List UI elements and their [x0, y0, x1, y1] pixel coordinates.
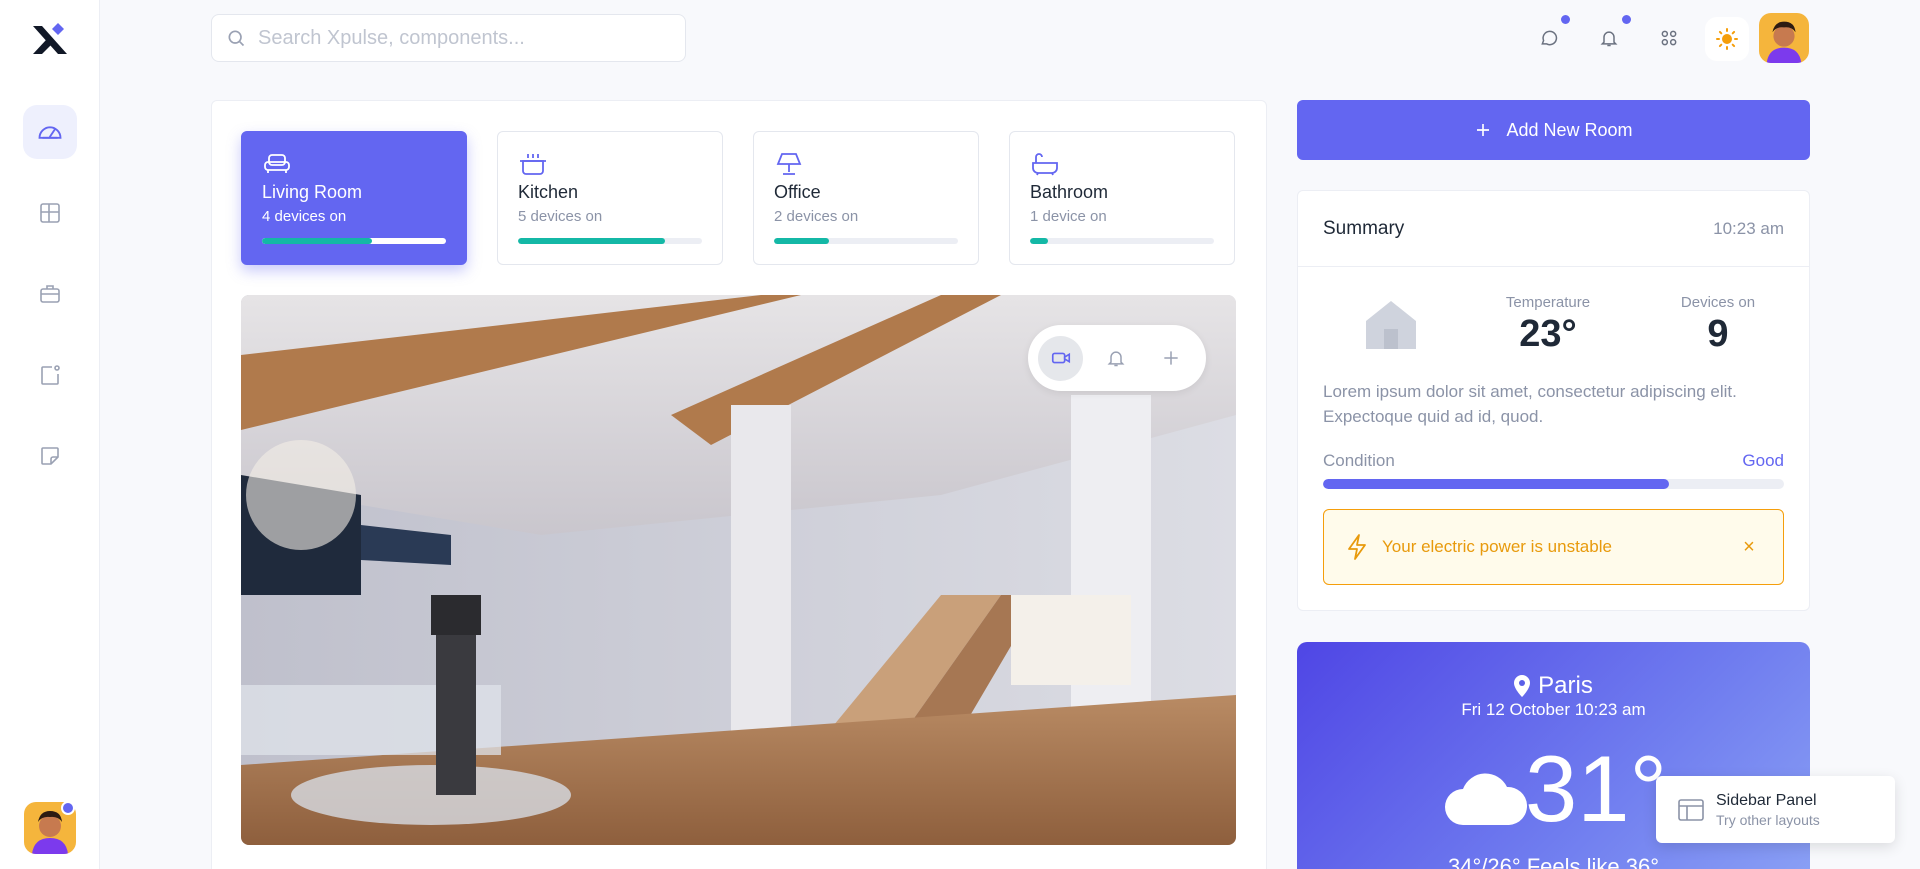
room-usage-bar — [774, 238, 958, 244]
notifications-unread-dot — [1622, 15, 1631, 24]
camera-button[interactable] — [1038, 335, 1083, 381]
sidebar — [0, 0, 100, 869]
room-name: Living Room — [262, 182, 363, 202]
home-icon — [1364, 299, 1418, 354]
room-card-kitchen[interactable]: Kitchen 5 devices on — [497, 131, 723, 265]
theme-toggle[interactable] — [1705, 17, 1749, 61]
chat-button[interactable] — [1534, 23, 1564, 53]
apps-button[interactable] — [1654, 23, 1684, 53]
bell-icon — [1600, 31, 1618, 47]
summary-header: Summary 10:23 am — [1298, 191, 1809, 267]
lamp-icon — [776, 153, 802, 175]
apps-grid-icon — [1661, 30, 1677, 46]
nav-dashboard[interactable] — [23, 105, 77, 159]
nav-briefcase[interactable] — [23, 267, 77, 321]
briefcase-icon — [40, 285, 60, 303]
sun-icon — [1716, 28, 1738, 50]
room-devices: 4 devices on — [262, 208, 347, 225]
room-usage-bar — [1030, 238, 1214, 244]
room-devices: 1 device on — [1030, 208, 1107, 225]
weather-location: Paris — [1297, 672, 1810, 700]
sofa-icon — [264, 154, 290, 173]
weather-temperature: 31° — [1525, 736, 1668, 841]
search-icon — [228, 30, 245, 47]
chat-icon — [1541, 30, 1558, 46]
room-card-office[interactable]: Office 2 devices on — [753, 131, 979, 265]
room-usage-fill — [1030, 238, 1049, 244]
power-alert-text: Your electric power is unstable — [1382, 537, 1612, 556]
nav-layout[interactable] — [23, 186, 77, 240]
summary-time: 10:23 am — [1713, 218, 1784, 238]
temperature-stat: Temperature 23° — [1488, 294, 1608, 356]
sidebar-panel-card[interactable]: Sidebar Panel Try other layouts — [1656, 776, 1895, 843]
video-camera-icon — [1051, 352, 1070, 364]
sidebar-panel-title: Sidebar Panel — [1716, 791, 1817, 809]
search-input[interactable] — [258, 26, 678, 50]
cloud-icon — [1443, 767, 1528, 832]
room-name: Kitchen — [518, 182, 579, 202]
power-alert: Your electric power is unstable × — [1323, 509, 1784, 585]
room-usage-bar — [518, 238, 702, 244]
location-pin-icon — [1514, 675, 1531, 697]
room-devices: 2 devices on — [774, 208, 859, 225]
condition-value: Good — [1742, 451, 1784, 470]
plus-icon — [1477, 124, 1490, 136]
camera-alert-button[interactable] — [1093, 336, 1138, 381]
add-new-room-label: Add New Room — [1506, 119, 1633, 140]
user-avatar[interactable] — [1759, 13, 1809, 63]
room-usage-bar — [262, 238, 446, 244]
gauge-icon — [38, 126, 62, 139]
room-usage-fill — [518, 238, 666, 244]
lightning-icon — [1348, 534, 1366, 560]
summary-title: Summary — [1323, 217, 1405, 239]
room-card-living-room[interactable]: Living Room 4 devices on — [241, 131, 467, 265]
grid-icon — [40, 203, 60, 223]
chat-unread-dot — [1561, 15, 1570, 24]
sticky-note-icon — [41, 447, 59, 465]
sidebar-panel-subtitle: Try other layouts — [1716, 811, 1820, 828]
room-usage-fill — [774, 238, 830, 244]
camera-controls — [1028, 325, 1206, 391]
online-indicator — [61, 801, 75, 815]
alert-close-button[interactable]: × — [1737, 536, 1761, 559]
bell-icon — [1107, 351, 1124, 367]
app-logo[interactable] — [30, 20, 70, 60]
room-name: Bathroom — [1030, 182, 1109, 202]
condition-fill — [1323, 479, 1669, 489]
add-new-room-button[interactable]: Add New Room — [1297, 100, 1810, 160]
nav-notes[interactable] — [23, 429, 77, 483]
pot-icon — [520, 154, 546, 175]
condition-row: Condition Good — [1323, 451, 1784, 471]
layout-icon — [1678, 798, 1704, 821]
plus-icon — [1163, 351, 1178, 365]
notifications-button[interactable] — [1594, 23, 1624, 53]
devices-on-label: Devices on — [1680, 294, 1756, 311]
weather-feels-like: 34°/26° Feels like 36° — [1447, 854, 1660, 869]
weather-city: Paris — [1538, 672, 1593, 699]
temperature-label: Temperature — [1505, 294, 1591, 311]
room-devices: 5 devices on — [518, 208, 603, 225]
devices-on-value: 9 — [1707, 313, 1729, 355]
square-dot-icon — [41, 365, 60, 385]
room-usage-fill — [262, 238, 373, 244]
search-box[interactable] — [211, 14, 686, 62]
bathtub-icon — [1032, 153, 1058, 176]
condition-bar — [1323, 479, 1784, 489]
camera-add-button[interactable] — [1148, 336, 1193, 381]
condition-label: Condition — [1323, 451, 1395, 470]
room-card-bathroom[interactable]: Bathroom 1 device on — [1009, 131, 1235, 265]
summary-card: Summary 10:23 am Temperature 23° Devices… — [1297, 190, 1810, 611]
devices-on-stat: Devices on 9 — [1663, 294, 1773, 356]
room-name: Office — [774, 182, 821, 202]
nav-notifications[interactable] — [23, 348, 77, 402]
temperature-value: 23° — [1519, 313, 1577, 355]
summary-description: Lorem ipsum dolor sit amet, consectetur … — [1323, 382, 1737, 426]
weather-date: Fri 12 October 10:23 am — [1461, 700, 1646, 719]
